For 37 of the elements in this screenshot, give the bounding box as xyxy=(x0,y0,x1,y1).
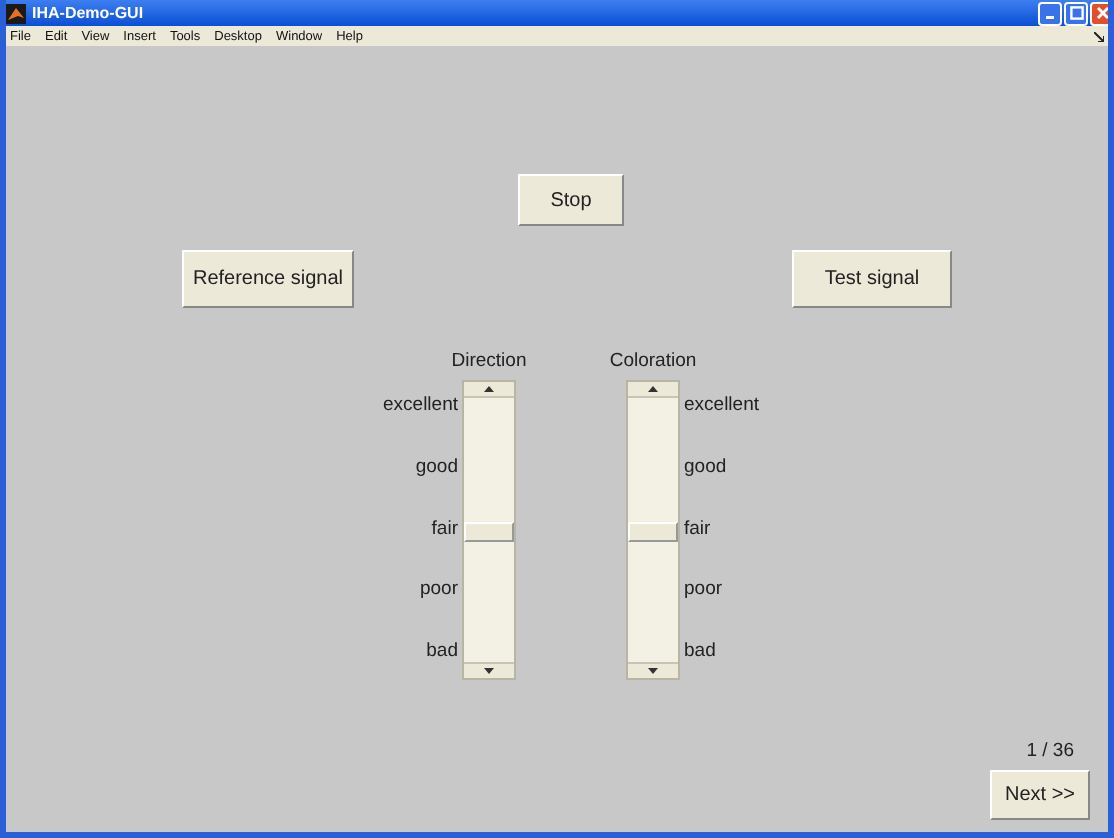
app-icon xyxy=(6,3,26,23)
down-triangle-icon xyxy=(484,668,494,674)
up-arrow-button[interactable] xyxy=(464,382,514,398)
vertical-slider[interactable] xyxy=(462,380,516,680)
scale-label: bad xyxy=(684,640,716,664)
slider-thumb[interactable] xyxy=(628,522,678,542)
vertical-slider[interactable] xyxy=(626,380,680,680)
slider-title: Coloration xyxy=(609,350,697,374)
close-icon xyxy=(1095,6,1108,20)
minimize-button[interactable] xyxy=(1038,1,1062,25)
scale-label: poor xyxy=(684,578,723,603)
dock-arrow-icon[interactable] xyxy=(1094,31,1104,41)
stop-button[interactable]: Stop xyxy=(518,174,624,226)
page-counter: 1 / 36 xyxy=(1026,740,1074,762)
slider-title: Direction xyxy=(451,350,527,374)
down-triangle-icon xyxy=(648,668,658,674)
close-button[interactable] xyxy=(1090,1,1108,25)
slider-thumb[interactable] xyxy=(464,522,514,542)
up-triangle-icon xyxy=(484,386,494,392)
maximize-icon xyxy=(1069,6,1083,20)
window-title: IHA-Demo-GUI xyxy=(32,4,144,22)
scale-label: good xyxy=(415,455,458,480)
down-arrow-button[interactable] xyxy=(464,662,514,678)
scale-label: bad xyxy=(426,640,458,664)
scale-label: poor xyxy=(419,578,458,603)
maximize-button[interactable] xyxy=(1064,1,1088,25)
next-button[interactable]: Next >> xyxy=(990,770,1090,820)
up-arrow-button[interactable] xyxy=(628,382,678,398)
scale-label: excellent xyxy=(383,394,458,418)
scale-label: fair xyxy=(431,517,458,541)
up-triangle-icon xyxy=(648,386,658,392)
scale-label: good xyxy=(684,455,727,480)
down-arrow-button[interactable] xyxy=(628,662,678,678)
scale-label: excellent xyxy=(684,394,759,418)
scale-label: fair xyxy=(684,517,711,541)
reference-signal-button[interactable]: Reference signal xyxy=(182,250,354,308)
test-signal-button[interactable]: Test signal xyxy=(792,250,952,308)
